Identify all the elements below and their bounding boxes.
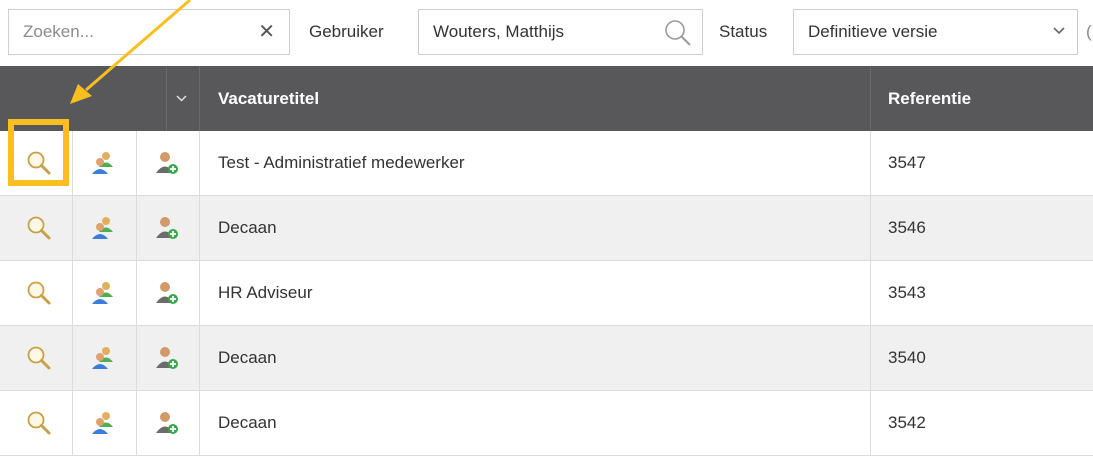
cell-divider: [870, 196, 871, 260]
vacancy-title[interactable]: Decaan: [218, 391, 277, 455]
cell-divider: [136, 261, 137, 325]
cell-divider: [72, 391, 73, 455]
user-filter-value: Wouters, Matthijs: [433, 22, 565, 41]
add-user-icon[interactable]: [153, 280, 181, 306]
cell-divider: [72, 261, 73, 325]
clear-search-icon[interactable]: ✕: [258, 10, 275, 54]
vacancy-table: Vacaturetitel Referentie Test - Administ…: [0, 66, 1093, 456]
table-row[interactable]: Decaan 3542: [0, 391, 1093, 456]
cell-divider: [72, 196, 73, 260]
cell-divider: [199, 131, 200, 195]
user-search-icon[interactable]: [664, 19, 692, 47]
cell-divider: [199, 196, 200, 260]
cell-divider: [870, 131, 871, 195]
cell-divider: [870, 261, 871, 325]
header-divider: [199, 66, 200, 131]
status-filter-label: Status: [719, 22, 768, 41]
add-user-icon[interactable]: [153, 410, 181, 436]
cell-divider: [199, 261, 200, 325]
table-row[interactable]: HR Adviseur 3543: [0, 261, 1093, 326]
cell-divider: [72, 326, 73, 390]
vacancy-reference: 3546: [888, 218, 926, 237]
vacancy-title[interactable]: HR Adviseur: [218, 261, 312, 325]
status-selected-value: Definitieve versie: [808, 22, 938, 41]
column-header-title[interactable]: Vacaturetitel: [218, 66, 319, 131]
assign-users-icon[interactable]: [89, 280, 117, 306]
view-magnifier-icon[interactable]: [25, 215, 53, 241]
vacancy-reference: 3540: [888, 348, 926, 367]
cell-divider: [136, 131, 137, 195]
cell-divider: [72, 131, 73, 195]
vacancy-reference: 3543: [888, 283, 926, 302]
header-divider: [166, 66, 167, 131]
table-header: Vacaturetitel Referentie: [0, 66, 1093, 131]
view-magnifier-icon[interactable]: [25, 345, 53, 371]
status-select[interactable]: Definitieve versie: [793, 9, 1078, 55]
column-menu-chevron-icon[interactable]: [176, 94, 187, 103]
column-header-reference[interactable]: Referentie: [888, 66, 971, 131]
vacancy-reference: 3547: [888, 153, 926, 172]
header-divider: [870, 66, 871, 131]
add-user-icon[interactable]: [153, 345, 181, 371]
view-magnifier-icon[interactable]: [25, 280, 53, 306]
cell-divider: [199, 326, 200, 390]
search-input[interactable]: Zoeken... ✕: [8, 9, 290, 55]
view-magnifier-icon[interactable]: [25, 150, 53, 176]
filter-bar: Zoeken... ✕ Gebruiker Wouters, Matthijs …: [0, 0, 1093, 66]
table-row[interactable]: Decaan 3540: [0, 326, 1093, 391]
user-filter-label: Gebruiker: [309, 22, 384, 41]
cell-divider: [136, 196, 137, 260]
cutoff-glyph: (: [1086, 22, 1092, 41]
cell-divider: [870, 326, 871, 390]
view-magnifier-icon[interactable]: [25, 410, 53, 436]
assign-users-icon[interactable]: [89, 150, 117, 176]
vacancy-title[interactable]: Test - Administratief medewerker: [218, 131, 465, 195]
cell-divider: [870, 391, 871, 455]
cell-divider: [136, 391, 137, 455]
vacancy-title[interactable]: Decaan: [218, 196, 277, 260]
chevron-down-icon: [1053, 27, 1065, 35]
assign-users-icon[interactable]: [89, 410, 117, 436]
vacancy-title[interactable]: Decaan: [218, 326, 277, 390]
add-user-icon[interactable]: [153, 150, 181, 176]
cell-divider: [199, 391, 200, 455]
table-row[interactable]: Test - Administratief medewerker 3547: [0, 131, 1093, 196]
user-filter-input[interactable]: Wouters, Matthijs: [418, 9, 703, 55]
cell-divider: [136, 326, 137, 390]
table-body: Test - Administratief medewerker 3547 Deca…: [0, 131, 1093, 456]
add-user-icon[interactable]: [153, 215, 181, 241]
assign-users-icon[interactable]: [89, 345, 117, 371]
assign-users-icon[interactable]: [89, 215, 117, 241]
vacancy-reference: 3542: [888, 413, 926, 432]
table-row[interactable]: Decaan 3546: [0, 196, 1093, 261]
search-placeholder: Zoeken...: [23, 22, 94, 41]
